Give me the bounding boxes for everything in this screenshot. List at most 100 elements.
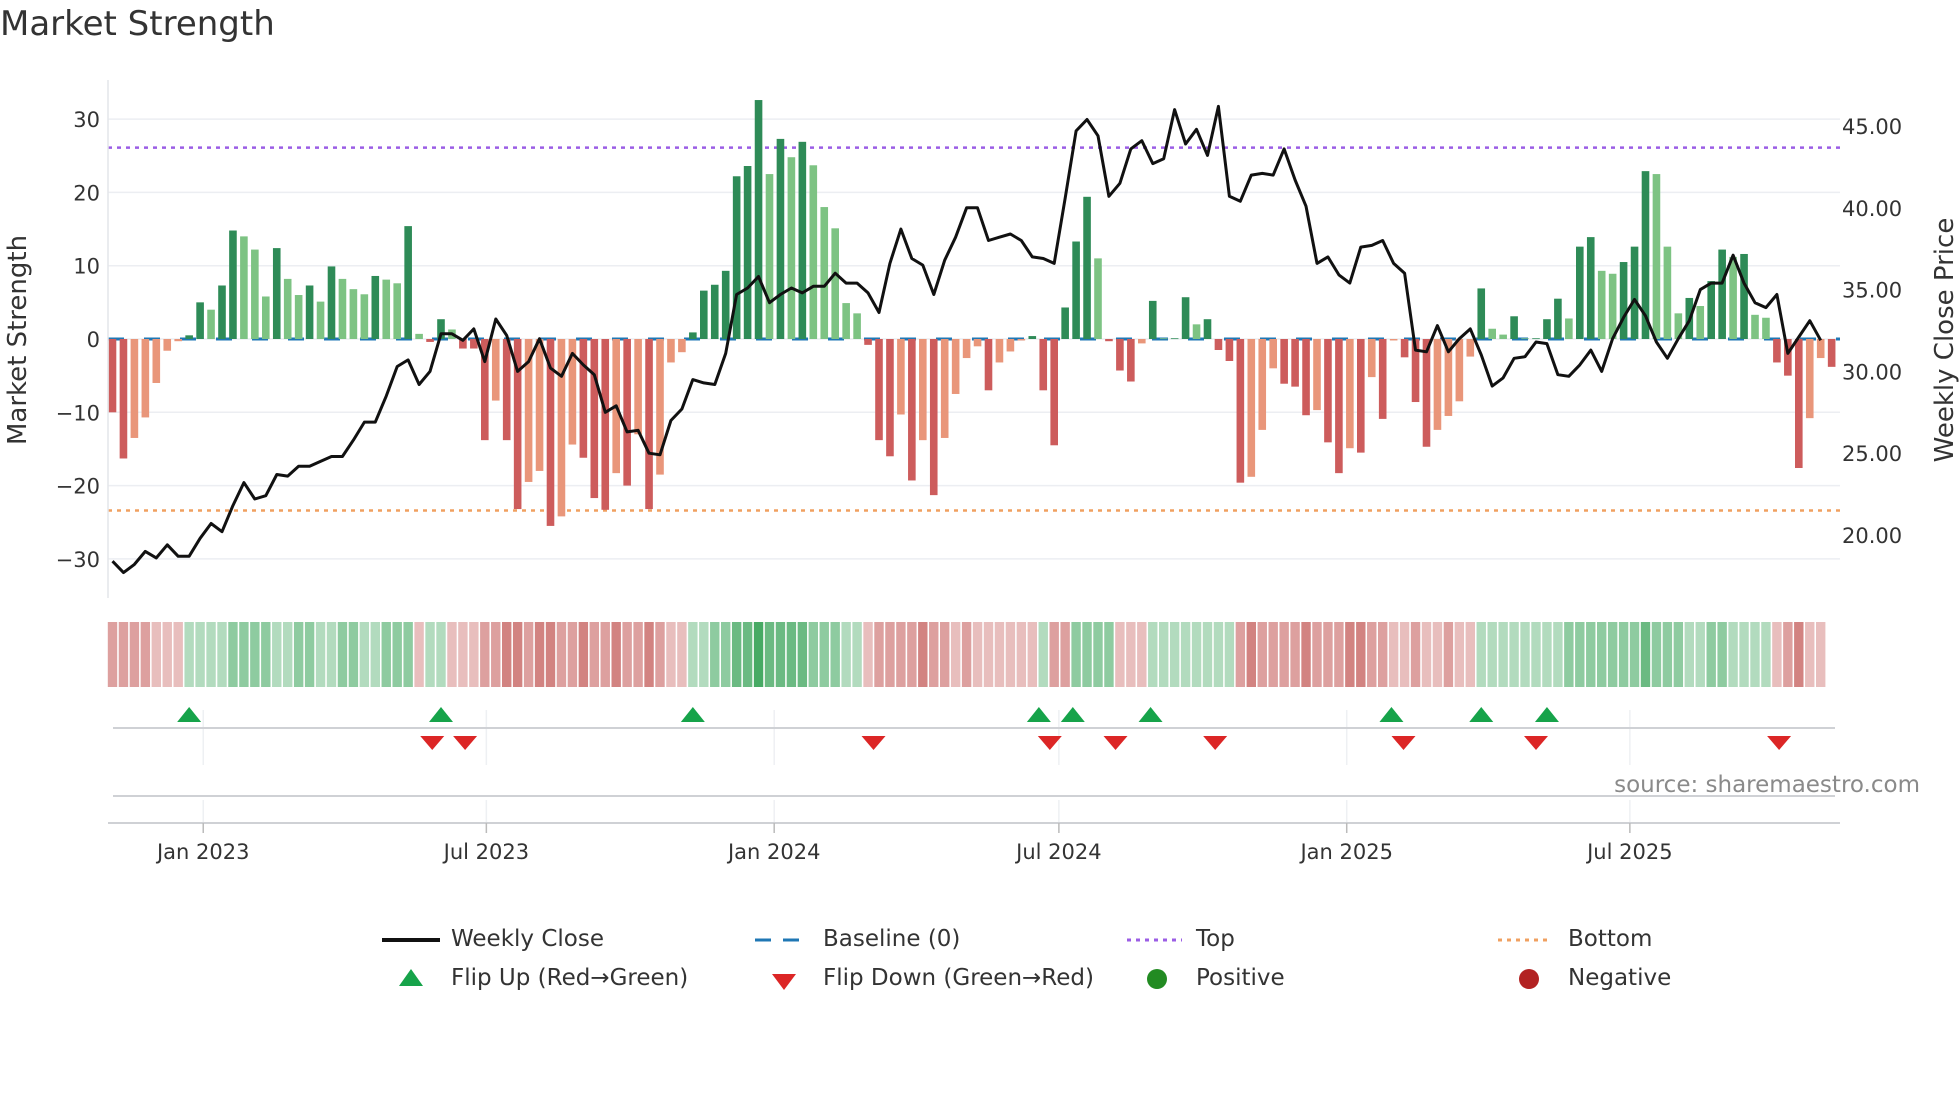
heat-cell-positive [1148,622,1158,687]
negative-strength-bar [1773,339,1781,363]
heat-cell-negative [1356,622,1366,687]
heat-cell-negative [1421,622,1432,687]
heat-cell-positive [1542,622,1552,687]
heat-cell-positive [337,622,348,687]
heat-cell-positive [721,622,731,687]
heat-cell-positive [403,622,413,687]
heat-cell-negative [1126,622,1136,687]
positive-strength-bar [1488,328,1496,339]
y2-tick-label: 20.00 [1842,524,1902,548]
heat-cell-positive [370,622,380,687]
heat-cell-positive [819,622,829,687]
heat-cell-negative [1399,622,1410,687]
y2-tick-label: 40.00 [1842,197,1902,221]
heat-cell-positive [1761,622,1771,687]
negative-strength-bar [886,339,894,457]
negative-strength-bar [1214,339,1223,350]
y2-tick-label: 30.00 [1842,360,1902,384]
heat-cell-negative [1016,622,1027,687]
negative-strength-bar [426,339,434,342]
positive-strength-bar [283,278,292,339]
heat-cell-negative [633,622,643,687]
flip-up-marker [177,707,202,722]
positive-strength-bar [1707,281,1715,339]
negative-strength-bar [951,339,960,394]
negative-strength-bar [1302,339,1310,416]
x-tick-label: Jan 2024 [726,840,821,864]
heat-cell-negative [600,622,610,687]
flip-down-marker [1767,736,1792,750]
heat-cell-positive [1082,622,1092,687]
heat-cell-negative [162,622,172,687]
positive-strength-bar [798,141,807,339]
negative-strength-bar [1357,339,1365,453]
heat-cell-positive [1750,622,1760,687]
positive-strength-bar [1740,253,1748,339]
heat-cell-negative [950,622,961,687]
positive-strength-bar [787,157,796,339]
heat-cell-negative [107,622,118,687]
heat-cell-negative [983,622,994,687]
heat-cell-negative [961,622,972,687]
heat-cell-negative [1443,622,1454,687]
heat-cell-negative [1465,622,1475,687]
negative-strength-bar [1138,339,1146,344]
negative-strength-bar [1367,339,1376,378]
negative-strength-bar [579,339,588,458]
positive-strength-bar [1061,307,1069,339]
negative-strength-bar [557,339,566,517]
heat-cell-negative [1246,622,1256,687]
negative-strength-bar [940,339,949,438]
heat-cell-negative [1005,622,1016,687]
heat-cell-negative [1279,622,1289,687]
negative-strength-bar [1346,339,1354,449]
market-strength-chart: 30 20 10 0 −10 −20 −30 45.00 40.00 35.00 30.00 25.0… [3,80,1960,864]
heat-cell-positive [808,622,818,687]
flip-down-marker [1203,736,1228,750]
positive-strength-bar [1094,258,1102,339]
positive-strength-bar [196,302,204,339]
negative-strength-bar [163,339,172,351]
negative-strength-bar [1422,339,1431,447]
heat-cell-negative [677,622,687,687]
heat-cell-positive [1180,622,1191,687]
heat-cell-positive [786,622,797,687]
heat-cell-positive [1586,622,1596,687]
positive-strength-bar [743,166,752,339]
negative-strength-bar [1389,339,1398,341]
positive-strength-bar [765,174,774,339]
positive-strength-bar [1510,316,1518,339]
heat-cell-negative [1301,622,1311,687]
negative-strength-bar [1378,339,1387,419]
heat-cell-negative [578,622,589,687]
heat-cell-negative [907,622,917,687]
heat-cell-negative [874,622,884,687]
flip-up-marker [429,707,453,722]
heat-cell-positive [1728,622,1738,687]
x-tick-label: Jul 2025 [1585,840,1672,864]
heat-cell-negative [1367,622,1377,687]
negative-strength-bar [1050,339,1058,446]
negative-strength-bar [601,339,610,510]
heat-cell-negative [491,622,501,687]
heat-cell-positive [228,622,238,687]
positive-strength-bar [1718,249,1726,339]
negative-strength-bar [678,339,686,353]
heat-cell-positive [217,622,227,687]
y-tick-label: 0 [87,328,100,352]
heat-cell-negative [972,622,983,687]
heat-cell-negative [940,622,950,687]
flip-down-marker [1524,736,1548,750]
heat-cell-positive [283,622,293,687]
heat-cell-positive [1038,622,1048,687]
heat-cell-negative [644,622,654,687]
heat-cell-negative [118,622,129,687]
positive-strength-bar [853,313,861,339]
x-tick-label: Jan 2025 [1298,840,1393,864]
heat-cell-positive [1531,622,1541,687]
heat-cell-positive [1213,622,1224,687]
positive-strength-bar [207,309,215,339]
heat-cell-positive [1071,622,1081,687]
y-axis-label: Market Strength [3,235,33,445]
heat-cell-positive [239,622,249,687]
